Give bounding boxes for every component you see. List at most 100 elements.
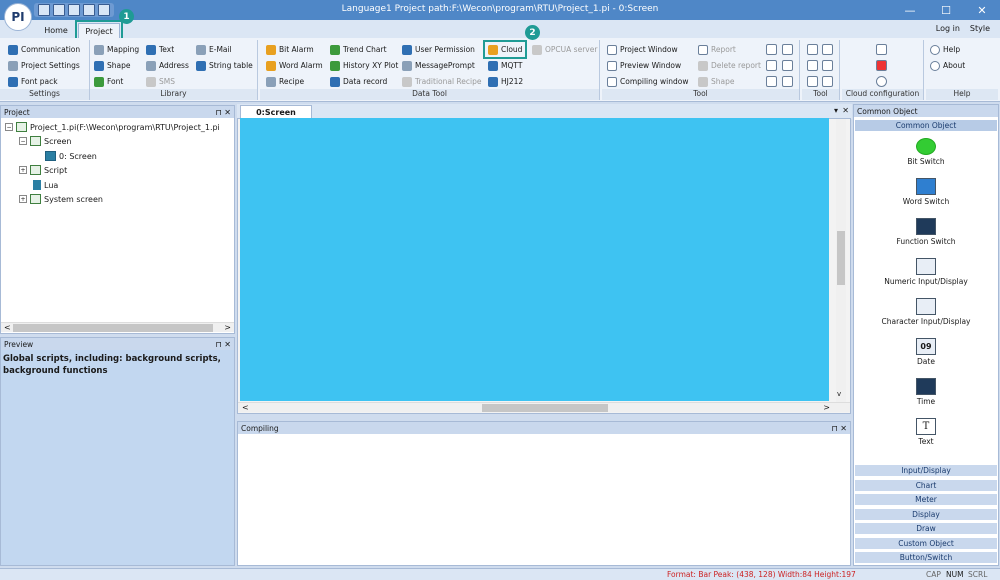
notification-icon[interactable] [876, 60, 887, 71]
editor-vertical-scrollbar[interactable]: v [836, 119, 846, 402]
login-link[interactable]: Log in [936, 24, 960, 33]
recipe-button[interactable]: Recipe [266, 75, 304, 88]
list-icon[interactable] [766, 76, 777, 87]
object-date[interactable]: 09 Date [855, 338, 997, 366]
category-draw[interactable]: Draw [855, 523, 997, 535]
mapping-button[interactable]: Mapping [94, 43, 139, 56]
clock-icon[interactable] [766, 44, 777, 55]
collapse-icon[interactable]: − [5, 123, 13, 131]
cloud-login-icon[interactable] [876, 44, 887, 55]
camera-icon[interactable] [766, 60, 777, 71]
shape-button[interactable]: Shape [94, 59, 131, 72]
compiling-window-checkbox[interactable]: Compiling window [607, 75, 689, 88]
minimize-button[interactable]: — [892, 0, 928, 20]
shape-tool-button[interactable]: Shape [698, 75, 735, 88]
scroll-thumb[interactable] [837, 231, 845, 285]
calc-icon[interactable] [807, 44, 818, 55]
expand-icon[interactable]: + [19, 195, 27, 203]
email-button[interactable]: E-Mail [196, 43, 232, 56]
trend-chart-button[interactable]: Trend Chart [330, 43, 387, 56]
object-bit-switch[interactable]: Bit Switch [855, 138, 997, 166]
report-checkbox[interactable]: Report [698, 43, 736, 56]
category-input-display[interactable]: Input/Display [855, 465, 997, 477]
tab-screen-0[interactable]: 0:Screen [240, 105, 312, 118]
object-time[interactable]: Time [855, 378, 997, 406]
object-text[interactable]: T Text [855, 418, 997, 446]
object-function-switch[interactable]: Function Switch [855, 218, 997, 246]
help-button[interactable]: Help [930, 43, 960, 56]
pin-icon[interactable] [822, 76, 833, 87]
category-button-switch[interactable]: Button/Switch [855, 552, 997, 564]
close-icon[interactable]: ✕ [840, 424, 847, 433]
category-common-object[interactable]: Common Object [855, 120, 997, 132]
grid-icon[interactable] [782, 44, 793, 55]
data-record-button[interactable]: Data record [330, 75, 387, 88]
about-button[interactable]: About [930, 59, 965, 72]
download-icon[interactable] [83, 4, 95, 16]
pin-icon[interactable]: ⊓ [216, 340, 222, 349]
project-window-checkbox[interactable]: Project Window [607, 43, 678, 56]
tab-list-icon[interactable]: ▾ [834, 106, 838, 115]
object-word-switch[interactable]: Word Switch [855, 178, 997, 206]
object-numeric-input-display[interactable]: Numeric Input/Display [855, 258, 997, 286]
tab-home[interactable]: Home [38, 23, 74, 38]
project-horizontal-scrollbar[interactable]: < > [1, 322, 234, 332]
user-permission-button[interactable]: User Permission [402, 43, 475, 56]
font-pack-button[interactable]: Font pack [8, 75, 58, 88]
expand-icon[interactable]: + [19, 166, 27, 174]
object-character-input-display[interactable]: Character Input/Display [855, 298, 997, 326]
category-meter[interactable]: Meter [855, 494, 997, 506]
new-icon[interactable] [38, 4, 50, 16]
tree-item-screen-0[interactable]: 0: Screen [45, 151, 97, 161]
scroll-down-icon[interactable]: v [837, 390, 841, 398]
save-icon[interactable] [68, 4, 80, 16]
tab-project[interactable]: Project [75, 20, 123, 41]
bit-alarm-button[interactable]: Bit Alarm [266, 43, 314, 56]
app-logo[interactable]: PI [4, 3, 32, 31]
close-icon[interactable]: ✕ [224, 340, 231, 349]
collapse-icon[interactable]: − [19, 137, 27, 145]
check-icon[interactable] [822, 60, 833, 71]
traditional-recipe-button[interactable]: Traditional Recipe [402, 75, 482, 88]
tree-item-project[interactable]: − Project_1.pi(F:\Wecon\program\RTU\Proje… [5, 122, 220, 132]
delete-report-button[interactable]: Delete report [698, 59, 761, 72]
communication-button[interactable]: Communication [8, 43, 80, 56]
preview-window-checkbox[interactable]: Preview Window [607, 59, 681, 72]
close-button[interactable]: ✕ [964, 0, 1000, 20]
opcua-server-button[interactable]: OPCUA server [532, 43, 597, 56]
category-custom-object[interactable]: Custom Object [855, 538, 997, 550]
editor-horizontal-scrollbar[interactable]: < > [238, 402, 850, 412]
cloud-button[interactable]: Cloud [482, 40, 528, 59]
text-library-button[interactable]: Text [146, 43, 174, 56]
scroll-thumb[interactable] [13, 324, 213, 332]
scroll-right-icon[interactable]: > [224, 323, 231, 332]
tree-item-screen[interactable]: − Screen [19, 136, 72, 146]
string-table-button[interactable]: String table [196, 59, 253, 72]
scroll-left-icon[interactable]: < [4, 323, 11, 332]
tree-item-system-screen[interactable]: + System screen [19, 194, 103, 204]
pin-icon[interactable]: ⊓ [832, 424, 838, 433]
simulate-icon[interactable] [98, 4, 110, 16]
pin-icon[interactable]: ⊓ [216, 108, 222, 117]
cross-icon[interactable] [807, 60, 818, 71]
word-alarm-button[interactable]: Word Alarm [266, 59, 323, 72]
scroll-thumb[interactable] [482, 404, 608, 412]
open-icon[interactable] [53, 4, 65, 16]
tree-item-script[interactable]: + Script [19, 165, 67, 175]
mqtt-button[interactable]: MQTT [488, 59, 522, 72]
project-settings-button[interactable]: Project Settings [8, 59, 80, 72]
category-chart[interactable]: Chart [855, 480, 997, 492]
scroll-right-icon[interactable]: > [823, 403, 830, 412]
close-icon[interactable]: ✕ [842, 106, 849, 115]
screen-canvas[interactable] [240, 118, 829, 401]
hj212-button[interactable]: HJ212 [488, 75, 523, 88]
maximize-button[interactable]: ☐ [928, 0, 964, 20]
font-button[interactable]: Font [94, 75, 123, 88]
mail-icon[interactable] [822, 44, 833, 55]
close-icon[interactable]: ✕ [224, 108, 231, 117]
edit-icon[interactable] [807, 76, 818, 87]
scroll-left-icon[interactable]: < [242, 403, 249, 412]
export-icon[interactable] [782, 76, 793, 87]
tree-item-lua[interactable]: Lua [33, 180, 58, 190]
upload-icon[interactable] [876, 76, 887, 87]
